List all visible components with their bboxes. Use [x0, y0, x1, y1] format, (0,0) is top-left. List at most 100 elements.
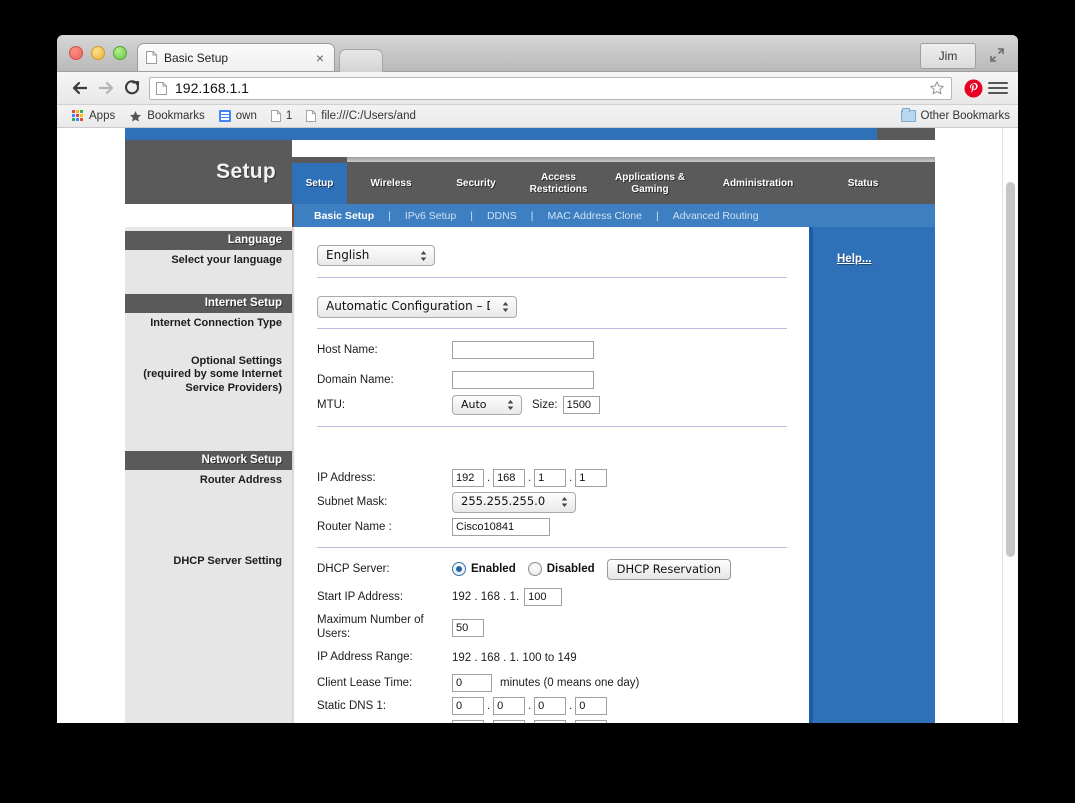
bookmark-own[interactable]: own — [212, 110, 264, 122]
subnav-advanced-routing[interactable]: Advanced Routing — [673, 210, 759, 222]
bookmark-1[interactable]: 1 — [264, 110, 299, 122]
subnav-ipv6-setup[interactable]: IPv6 Setup — [405, 210, 456, 222]
start-ip-input[interactable] — [524, 587, 563, 606]
dhcp-server-row: DHCP Server: Enabled Disabled DHCP Reser… — [317, 558, 787, 580]
static-dns-1-octet-2[interactable] — [493, 696, 526, 715]
forward-button[interactable] — [93, 75, 119, 101]
help-link[interactable]: Help... — [837, 253, 872, 265]
static-dns-1-octet-1[interactable] — [452, 696, 484, 715]
octet-separator: . — [487, 471, 491, 484]
subnav-ddns[interactable]: DDNS — [487, 210, 517, 222]
ip-octet-1[interactable] — [452, 468, 484, 487]
page-right-margin — [935, 128, 1003, 723]
optional-settings-line3: Service Providers) — [185, 382, 282, 394]
other-bookmarks-button[interactable]: Other Bookmarks — [900, 108, 1010, 122]
bookmark-bookmarks[interactable]: Bookmarks — [122, 110, 212, 123]
ip-range-label: IP Address Range: — [317, 651, 413, 664]
subnet-mask-select[interactable]: 255.255.255.0 — [452, 491, 576, 513]
dhcp-disabled-radio[interactable] — [527, 562, 542, 577]
subnav-basic-setup[interactable]: Basic Setup — [314, 210, 374, 222]
mtu-select[interactable]: Auto — [452, 394, 522, 415]
browser-tab-basic-setup[interactable]: Basic Setup × — [137, 43, 335, 71]
window-controls[interactable] — [69, 46, 127, 60]
sidebar-item-optional-settings: Optional Settings (required by some Inte… — [125, 351, 292, 396]
static-dns-1-octet-4[interactable] — [575, 696, 608, 715]
profile-button[interactable]: Jim — [920, 43, 976, 69]
page-scrollbar[interactable] — [1002, 128, 1018, 723]
dhcp-reservation-button[interactable]: DHCP Reservation — [606, 558, 732, 580]
mtu-size-input[interactable] — [562, 395, 600, 414]
tab-administration[interactable]: Administration — [700, 163, 816, 204]
subnet-mask-label: Subnet Mask: — [317, 496, 388, 509]
optional-settings-line1: Optional Settings — [190, 354, 282, 367]
sidebar-item-router-address: Router Address — [199, 473, 282, 486]
bookmark-file-path[interactable]: file:///C:/Users/and — [299, 110, 423, 122]
tab-status[interactable]: Status — [816, 163, 910, 204]
address-bar-text[interactable]: 192.168.1.1 — [175, 80, 929, 96]
tab-wireless[interactable]: Wireless — [347, 163, 435, 204]
ip-octet-3[interactable] — [534, 468, 567, 487]
octet-separator: . — [528, 699, 532, 712]
subnet-mask-row: Subnet Mask: 255.255.255.0 — [317, 491, 787, 513]
star-icon[interactable] — [929, 80, 945, 96]
host-name-label: Host Name: — [317, 343, 378, 356]
host-name-row: Host Name: — [317, 340, 787, 359]
close-window-button[interactable] — [69, 46, 83, 60]
router-name-row: Router Name : — [317, 517, 787, 536]
router-name-input[interactable] — [452, 517, 550, 536]
browser-window: Basic Setup × Jim 192.168.1.1 Apps Bookm… — [57, 35, 1018, 723]
max-users-input[interactable] — [452, 618, 484, 637]
static-dns-2-octet-3[interactable] — [534, 719, 567, 723]
tab-access-restrictions[interactable]: Access Restrictions — [517, 163, 600, 204]
sidebar-item-select-language: Select your language — [171, 254, 282, 266]
pinterest-extension-button[interactable] — [962, 77, 984, 99]
lease-time-label: Client Lease Time: — [317, 676, 413, 689]
fullscreen-icon[interactable] — [988, 46, 1006, 64]
static-dns-2-octet-4[interactable] — [575, 719, 608, 723]
close-tab-button[interactable]: × — [314, 51, 326, 65]
page-title: Setup — [216, 160, 276, 183]
zoom-window-button[interactable] — [113, 46, 127, 60]
lease-time-input[interactable] — [452, 673, 492, 692]
octet-separator: . — [528, 471, 532, 484]
tab-applications-gaming[interactable]: Applications & Gaming — [600, 163, 700, 204]
bookmarks-bar: Apps Bookmarks own 1 file:///C:/Users/an… — [57, 105, 1018, 128]
reload-button[interactable] — [119, 75, 145, 101]
minimize-window-button[interactable] — [91, 46, 105, 60]
static-dns-2-octet-1[interactable] — [452, 719, 484, 723]
router-header: Setup Setup Wireless Security Access Res… — [57, 140, 1003, 204]
domain-name-row: Domain Name: — [317, 370, 787, 389]
static-dns-1-octet-3[interactable] — [534, 696, 567, 715]
back-button[interactable] — [67, 75, 93, 101]
mtu-label: MTU: — [317, 398, 346, 411]
scrollbar-thumb[interactable] — [1006, 182, 1015, 557]
subnav-separator: | — [388, 209, 391, 222]
page-icon — [156, 81, 167, 95]
tab-setup[interactable]: Setup — [292, 163, 347, 204]
address-bar[interactable]: 192.168.1.1 — [149, 76, 952, 100]
static-dns-2-octet-2[interactable] — [493, 719, 526, 723]
mtu-size-label: Size: — [532, 398, 558, 411]
browser-menu-button[interactable] — [988, 78, 1008, 98]
language-row: English — [317, 245, 787, 267]
sidebar-header-network-setup: Network Setup — [125, 450, 292, 470]
start-ip-prefix: 192 . 168 . 1. — [452, 590, 520, 603]
pinterest-icon — [964, 79, 982, 97]
dhcp-enabled-radio[interactable] — [452, 562, 466, 577]
tab-security[interactable]: Security — [435, 163, 517, 204]
domain-name-input[interactable] — [452, 370, 594, 389]
max-users-label-line1: Maximum Number of — [317, 613, 424, 626]
bookmark-apps[interactable]: Apps — [65, 110, 122, 122]
subnav-mac-address-clone[interactable]: MAC Address Clone — [547, 210, 642, 222]
mtu-row: MTU: Auto Size: — [317, 394, 787, 415]
ip-octet-4[interactable] — [575, 468, 608, 487]
bookmark-label: Apps — [89, 110, 116, 122]
sidebar-header-language: Language — [125, 231, 292, 250]
bookmark-label: Bookmarks — [147, 110, 205, 122]
internet-connection-type-select[interactable]: Automatic Configuration – DHCP — [317, 296, 517, 318]
ip-octet-2[interactable] — [493, 468, 526, 487]
language-select[interactable]: English — [317, 245, 435, 267]
host-name-input[interactable] — [452, 340, 594, 359]
new-tab-button[interactable] — [339, 49, 383, 72]
subnav-separator: | — [530, 209, 534, 222]
